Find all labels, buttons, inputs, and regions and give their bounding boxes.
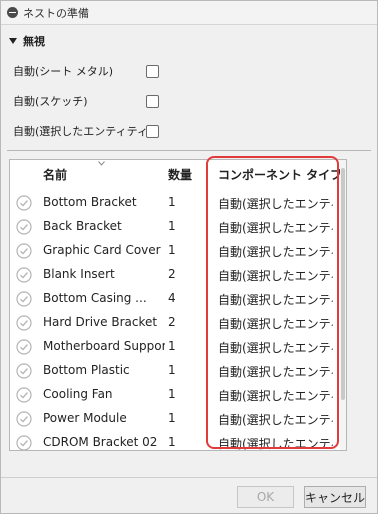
scrollbar[interactable] [340, 160, 346, 450]
nest-prep-dialog: ネストの準備 無視 自動(シート メタル) 自動(スケッチ) 自動(選択したエン… [0, 0, 378, 514]
table-row[interactable]: Cooling Fan 1 自動(選択したエンティ... [10, 383, 346, 407]
ignore-section-label: 無視 [23, 35, 45, 48]
table-row[interactable]: Graphic Card Cover 1 自動(選択したエンティ... [10, 239, 346, 263]
row-name: Cooling Fan [43, 387, 113, 401]
components-table: 名前 数量 コンポーネント タイプ Bottom Bracket 1 自動(選択した… [9, 159, 347, 451]
option-label: 自動(スケッチ) [13, 95, 88, 108]
row-component-type[interactable]: 自動(選択したエンティ... [218, 315, 333, 332]
check-circle-icon[interactable] [16, 291, 32, 307]
row-name: Bottom Bracket [43, 195, 137, 209]
row-component-type[interactable]: 自動(選択したエンティ... [218, 387, 333, 404]
row-quantity[interactable]: 1 [168, 243, 176, 257]
row-quantity[interactable]: 1 [168, 339, 176, 353]
row-name: Power Module [43, 411, 127, 425]
table-row[interactable]: Bottom Plastic 1 自動(選択したエンティ... [10, 359, 346, 383]
table-row[interactable]: Bottom Bracket 1 自動(選択したエンティ... [10, 191, 346, 215]
dialog-title: ネストの準備 [23, 6, 89, 20]
table-row[interactable]: Back Bracket 1 自動(選択したエンティ... [10, 215, 346, 239]
table-row[interactable]: Bottom Casing ... 4 自動(選択したエンティ... [10, 287, 346, 311]
auto-sketch-checkbox[interactable] [146, 95, 159, 108]
row-name: Motherboard Support [43, 339, 165, 353]
row-name: Hard Drive Bracket [43, 315, 158, 329]
footer-divider [1, 477, 377, 478]
ignore-section-header[interactable]: 無視 [9, 34, 45, 48]
section-divider [7, 150, 371, 151]
row-quantity[interactable]: 1 [168, 411, 176, 425]
check-circle-icon[interactable] [16, 387, 32, 403]
check-circle-icon[interactable] [16, 267, 32, 283]
check-circle-icon[interactable] [16, 219, 32, 235]
option-label: 自動(選択したエンティティ) [13, 125, 153, 138]
table-row[interactable]: Blank Insert 2 自動(選択したエンティ... [10, 263, 346, 287]
row-component-type[interactable]: 自動(選択したエンティ... [218, 291, 333, 308]
header-component-type[interactable]: コンポーネント タイプ [218, 166, 342, 183]
title-bar: ネストの準備 [1, 1, 377, 25]
check-circle-icon[interactable] [16, 195, 32, 211]
check-circle-icon[interactable] [16, 435, 32, 451]
row-component-type[interactable]: 自動(選択したエンティ... [218, 219, 333, 236]
collapse-icon[interactable] [7, 7, 18, 18]
scroll-thumb[interactable] [341, 168, 345, 400]
row-component-type[interactable]: 自動(選択したエンティ... [218, 195, 333, 212]
ok-button[interactable]: OK [237, 486, 294, 508]
option-auto-sheet-metal: 自動(シート メタル) [13, 63, 113, 79]
row-component-type[interactable]: 自動(選択したエンティ... [218, 435, 333, 450]
row-name: Blank Insert [43, 267, 115, 281]
row-quantity[interactable]: 1 [168, 387, 176, 401]
row-component-type[interactable]: 自動(選択したエンティ... [218, 267, 333, 284]
cancel-button[interactable]: キャンセル [304, 486, 366, 508]
check-circle-icon[interactable] [16, 315, 32, 331]
row-name: Graphic Card Cover [43, 243, 161, 257]
row-quantity[interactable]: 1 [168, 363, 176, 377]
option-label: 自動(シート メタル) [13, 65, 114, 78]
header-quantity[interactable]: 数量 [168, 166, 192, 183]
row-component-type[interactable]: 自動(選択したエンティ... [218, 411, 333, 428]
table-row[interactable]: Power Module 1 自動(選択したエンティ... [10, 407, 346, 431]
expand-triangle-icon [9, 38, 17, 44]
row-quantity[interactable]: 1 [168, 219, 176, 233]
check-circle-icon[interactable] [16, 339, 32, 355]
check-circle-icon[interactable] [16, 411, 32, 427]
check-circle-icon[interactable] [16, 243, 32, 259]
option-auto-sketch: 自動(スケッチ) [13, 93, 88, 109]
header-name[interactable]: 名前 [43, 166, 67, 183]
auto-selected-entity-checkbox[interactable] [146, 125, 159, 138]
row-component-type[interactable]: 自動(選択したエンティ... [218, 339, 333, 356]
check-circle-icon[interactable] [16, 363, 32, 379]
row-name: CDROM Bracket 02 [43, 435, 158, 449]
option-auto-selected-entity: 自動(選択したエンティティ) [13, 123, 152, 139]
table-row[interactable]: Hard Drive Bracket 2 自動(選択したエンティ... [10, 311, 346, 335]
table-header: 名前 数量 コンポーネント タイプ [10, 160, 346, 186]
row-quantity[interactable]: 1 [168, 435, 176, 449]
row-quantity[interactable]: 4 [168, 291, 176, 305]
row-name: Bottom Casing ... [43, 291, 147, 305]
row-name: Back Bracket [43, 219, 122, 233]
row-component-type[interactable]: 自動(選択したエンティ... [218, 243, 333, 260]
row-quantity[interactable]: 1 [168, 195, 176, 209]
row-quantity[interactable]: 2 [168, 267, 176, 281]
sort-chevron-icon[interactable] [98, 161, 105, 166]
row-name: Bottom Plastic [43, 363, 130, 377]
table-row[interactable]: Motherboard Support1 自動(選択したエンティ... [10, 335, 346, 359]
row-quantity[interactable]: 2 [168, 315, 176, 329]
auto-sheet-metal-checkbox[interactable] [146, 65, 159, 78]
row-component-type[interactable]: 自動(選択したエンティ... [218, 363, 333, 380]
table-row[interactable]: CDROM Bracket 02 1 自動(選択したエンティ... [10, 431, 346, 451]
